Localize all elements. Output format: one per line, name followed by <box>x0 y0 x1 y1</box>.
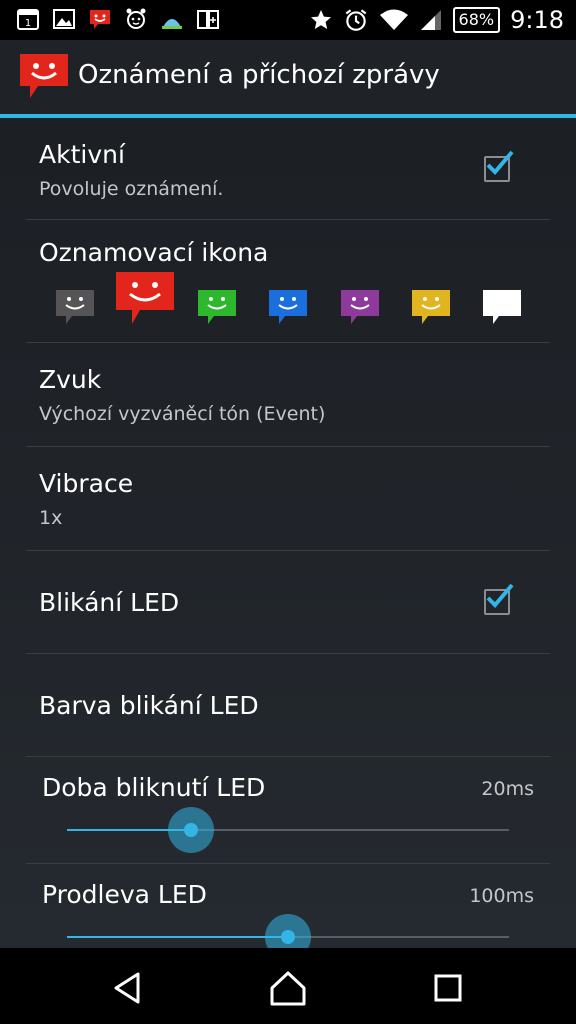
pref-led-color-title: Barva blikání LED <box>39 691 259 720</box>
book-icon <box>197 10 219 29</box>
blink-duration-slider[interactable] <box>67 807 509 853</box>
blink-delay-fill <box>67 936 288 938</box>
star-icon <box>310 10 331 29</box>
pref-blink-delay-title: Prodleva LED <box>42 880 207 909</box>
pref-active-title: Aktivní <box>39 140 125 169</box>
alarm-app-icon <box>126 8 146 29</box>
notif-icon-option-white[interactable] <box>481 288 523 328</box>
pref-led-color[interactable]: Barva blikání LED <box>26 654 550 757</box>
recents-icon[interactable] <box>428 968 468 1008</box>
gallery-icon <box>53 9 75 29</box>
notif-icon-option-purple[interactable] <box>339 288 381 328</box>
notif-icon-option-blue[interactable] <box>267 288 309 328</box>
preferences-list: Aktivní Povoluje oznámení. Oznamovací ik… <box>0 118 576 960</box>
page-title: Oznámení a příchozí zprávy <box>78 60 440 90</box>
home-icon[interactable] <box>268 968 308 1008</box>
pref-sound-title: Zvuk <box>39 365 102 394</box>
active-checkbox[interactable] <box>484 150 514 182</box>
status-notification-icons: 1 <box>16 7 220 31</box>
battery-indicator: 68% <box>452 7 501 33</box>
pref-blink-duration: Doba bliknutí LED 20ms <box>26 757 550 864</box>
pref-active-summary: Povoluje oznámení. <box>39 178 224 200</box>
signal-icon <box>420 10 441 30</box>
blink-duration-thumb[interactable] <box>167 807 214 853</box>
blink-delay-value: 100ms <box>469 885 534 907</box>
checkmark-icon <box>486 150 514 175</box>
sms-notification-icon <box>90 10 110 29</box>
back-icon[interactable] <box>108 968 148 1008</box>
blink-duration-value: 20ms <box>481 778 534 800</box>
navigation-bar <box>0 948 576 1024</box>
alarm-icon <box>345 9 366 31</box>
pref-notification-icon: Oznamovací ikona <box>26 220 550 343</box>
pref-vibration-title: Vibrace <box>39 469 134 498</box>
wifi-icon <box>379 9 408 30</box>
pref-blink-duration-title: Doba bliknutí LED <box>42 773 266 802</box>
status-bar: 1 68% 9:18 <box>0 0 576 40</box>
notif-icon-option-yellow[interactable] <box>410 288 452 328</box>
weather-icon <box>162 19 182 29</box>
pref-led-blink-title: Blikání LED <box>39 588 180 617</box>
checkmark-icon <box>486 583 514 608</box>
notif-icon-option-gray[interactable] <box>54 288 96 328</box>
pref-led-blink[interactable]: Blikání LED <box>26 551 550 654</box>
blink-delay-slider[interactable] <box>67 914 509 960</box>
pref-sound-summary: Výchozí vyzváněcí tón (Event) <box>39 403 326 425</box>
notification-icon-picker <box>26 220 550 342</box>
status-system-icons: 68% 9:18 <box>309 6 564 34</box>
calendar-icon: 1 <box>17 9 39 30</box>
pref-sound[interactable]: Zvuk Výchozí vyzváněcí tón (Event) <box>26 343 550 447</box>
calendar-day: 1 <box>25 18 31 29</box>
clock: 9:18 <box>510 6 564 34</box>
notif-icon-option-green[interactable] <box>196 288 238 328</box>
pref-active[interactable]: Aktivní Povoluje oznámení. <box>26 118 550 220</box>
pref-vibration[interactable]: Vibrace 1x <box>26 447 550 551</box>
action-bar: Oznámení a příchozí zprávy <box>0 40 576 118</box>
notif-icon-option-red-selected[interactable] <box>114 270 176 328</box>
pref-vibration-summary: 1x <box>39 507 63 529</box>
red-smiley-bubble-icon <box>20 54 68 98</box>
led-blink-checkbox[interactable] <box>484 583 514 615</box>
